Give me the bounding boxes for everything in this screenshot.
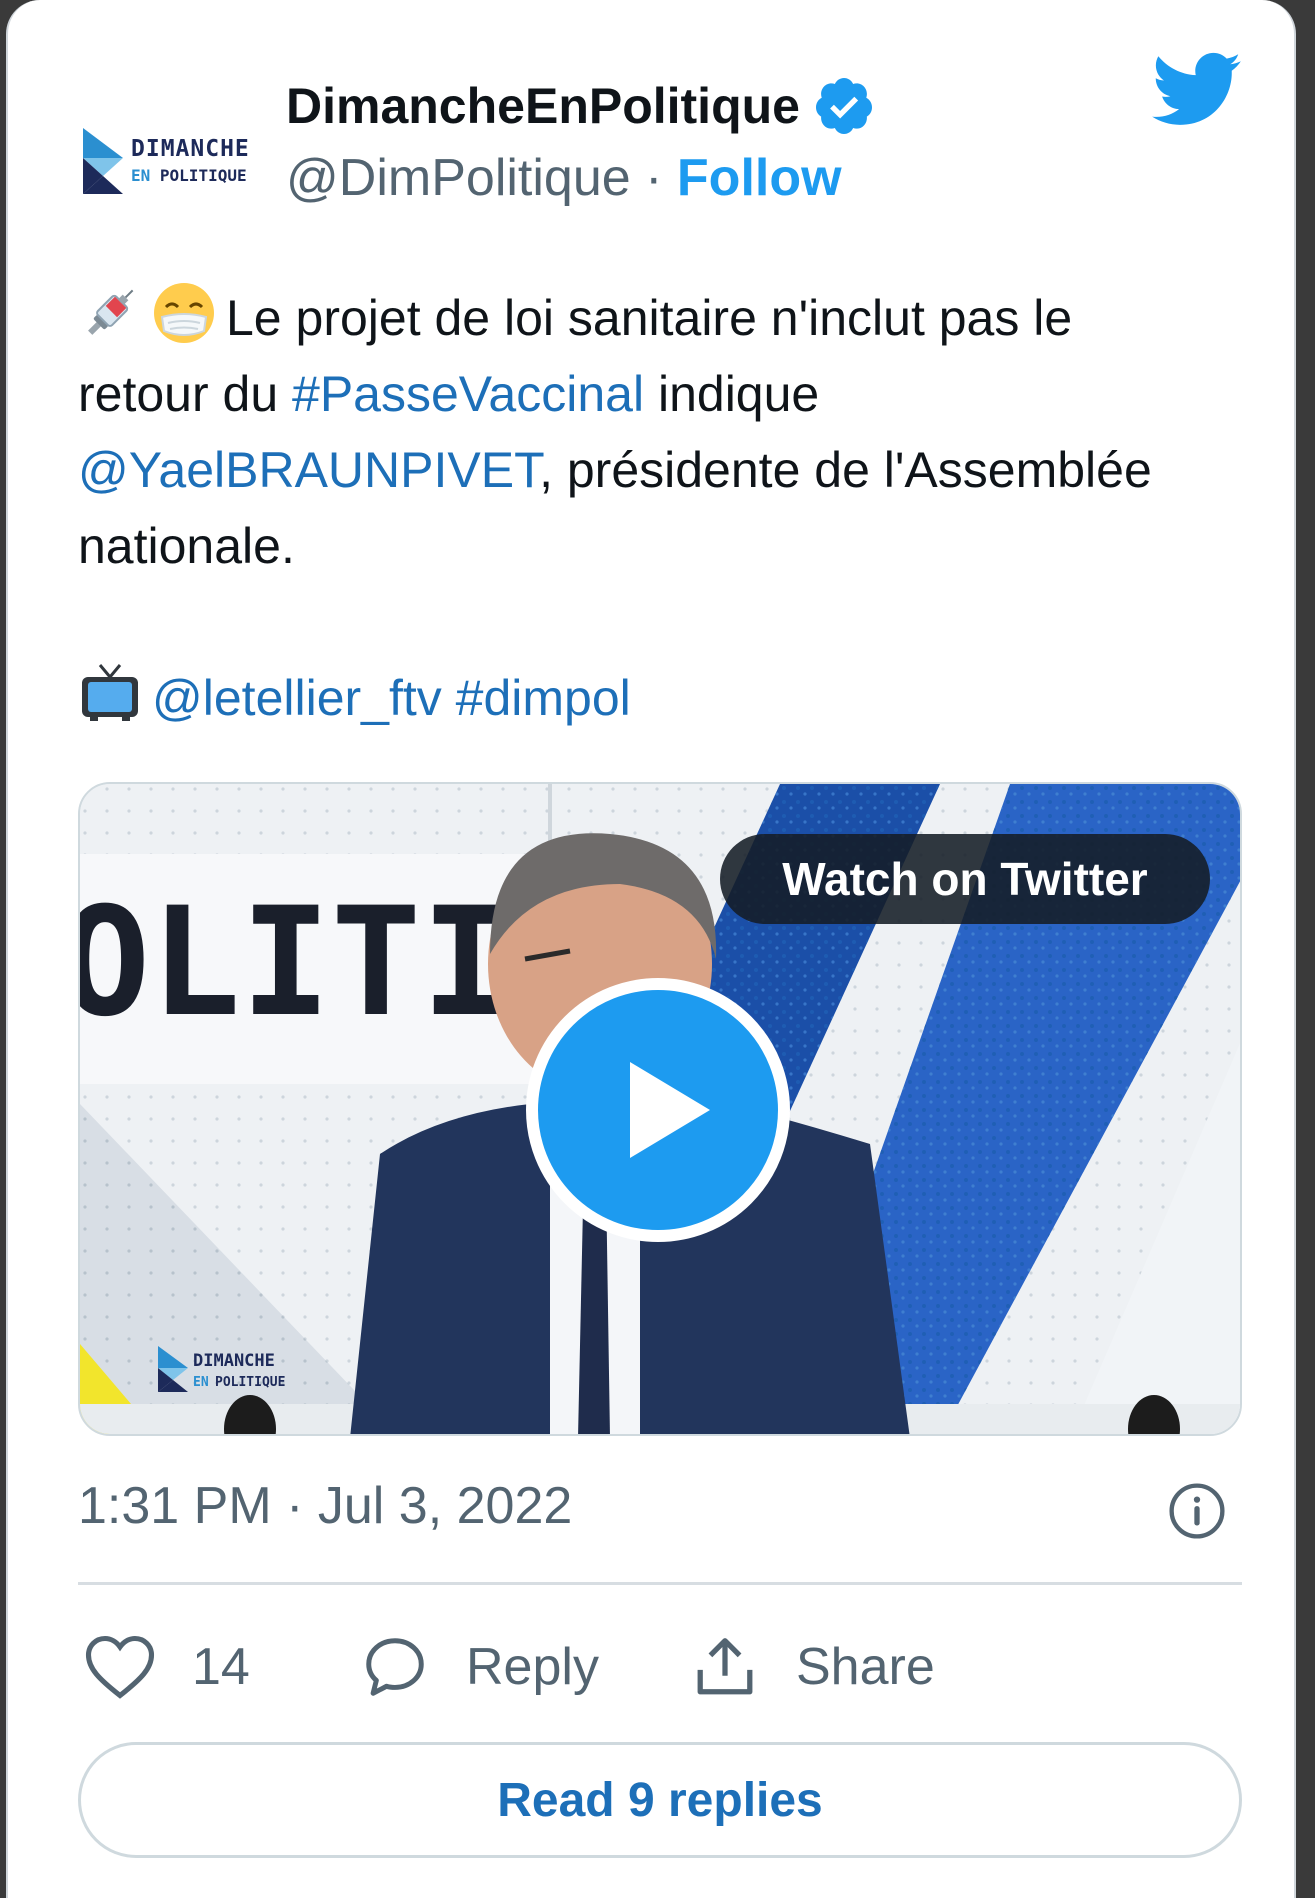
reply-button[interactable]: Reply (360, 1626, 599, 1708)
tweet-text-line2-prefix: retour du (78, 366, 293, 422)
share-upload-icon (697, 1638, 753, 1695)
tweet-timestamp[interactable]: 1:31 PM · Jul 3, 2022 (78, 1476, 572, 1536)
tweet-text-line2-suffix: indique (644, 366, 820, 422)
hashtag-passevaccinal-link[interactable]: #PasseVaccinal (292, 366, 644, 422)
author-name-row[interactable]: DimancheEnPolitique (286, 74, 876, 138)
television-emoji-icon (82, 664, 138, 721)
dimanche-en-politique-logo: DIMANCHE EN POLITIQUE (77, 120, 267, 200)
logo-mark-icon (83, 128, 123, 194)
tweet-text-line1: Le projet de loi sanitaire n'inclut pas … (226, 290, 1073, 346)
share-label: Share (796, 1638, 935, 1696)
tweet-body: Le projet de loi sanitaire n'inclut pas … (78, 280, 1268, 736)
logo-text-en: EN (131, 166, 151, 185)
tweet-line-1: Le projet de loi sanitaire n'inclut pas … (78, 280, 1268, 356)
profile-avatar[interactable]: DIMANCHE EN POLITIQUE (72, 60, 272, 260)
reply-label: Reply (466, 1638, 599, 1696)
logo-text-politique: POLITIQUE (159, 166, 247, 185)
heart-icon (85, 1635, 155, 1699)
read-replies-button[interactable]: Read 9 replies (78, 1742, 1242, 1858)
watch-on-twitter-button[interactable]: Watch on Twitter (720, 834, 1210, 924)
face-with-mask-emoji-icon (154, 283, 214, 343)
verified-badge-icon (815, 78, 872, 134)
logo-text-line2: EN POLITIQUE (131, 166, 247, 185)
tweet-card: DIMANCHE EN POLITIQUE DimancheEnPolitiqu… (6, 0, 1296, 1898)
tweet-line-2: retour du #PasseVaccinal indique (78, 356, 1268, 432)
hashtag-dimpol-link[interactable]: #dimpol (456, 670, 631, 726)
share-button[interactable]: Share (690, 1626, 935, 1708)
video-logo-line2-politique: POLITIQUE (215, 1375, 285, 1390)
author-handle-row: @DimPolitique · Follow (286, 148, 842, 208)
twitter-bird-icon[interactable] (1152, 50, 1242, 130)
mention-letellier-link[interactable]: @letellier_ftv (152, 670, 442, 726)
logo-text-line1: DIMANCHE (131, 136, 250, 162)
tweet-text-line3-suffix: , présidente de l'Assemblée (539, 442, 1152, 498)
text-space (442, 670, 456, 726)
like-button[interactable]: 14 (84, 1626, 250, 1708)
play-icon[interactable] (526, 978, 790, 1242)
info-icon[interactable] (1168, 1482, 1226, 1540)
video-logo-line2-en: EN (193, 1375, 209, 1390)
author-display-name[interactable]: DimancheEnPolitique (286, 77, 800, 135)
tweet-line-5: @letellier_ftv #dimpol (78, 660, 1268, 736)
video-logo-line1: DIMANCHE (193, 1351, 275, 1371)
speech-bubble-icon (366, 1638, 424, 1696)
handle-separator: · (645, 149, 663, 207)
follow-button[interactable]: Follow (677, 149, 842, 207)
tweet-line-4: nationale. (78, 518, 295, 574)
video-thumbnail[interactable]: OLITIQ DIMANCHE EN POLITIQUE Watch on Tw… (78, 782, 1242, 1436)
tweet-line-3: @YaelBRAUNPIVET, présidente de l'Assembl… (78, 432, 1268, 508)
mention-yaelbraunpivet-link[interactable]: @YaelBRAUNPIVET (78, 442, 539, 498)
like-count: 14 (192, 1638, 250, 1696)
divider (78, 1582, 1242, 1585)
author-handle[interactable]: @DimPolitique (286, 149, 631, 207)
syringe-emoji-icon (88, 289, 134, 335)
